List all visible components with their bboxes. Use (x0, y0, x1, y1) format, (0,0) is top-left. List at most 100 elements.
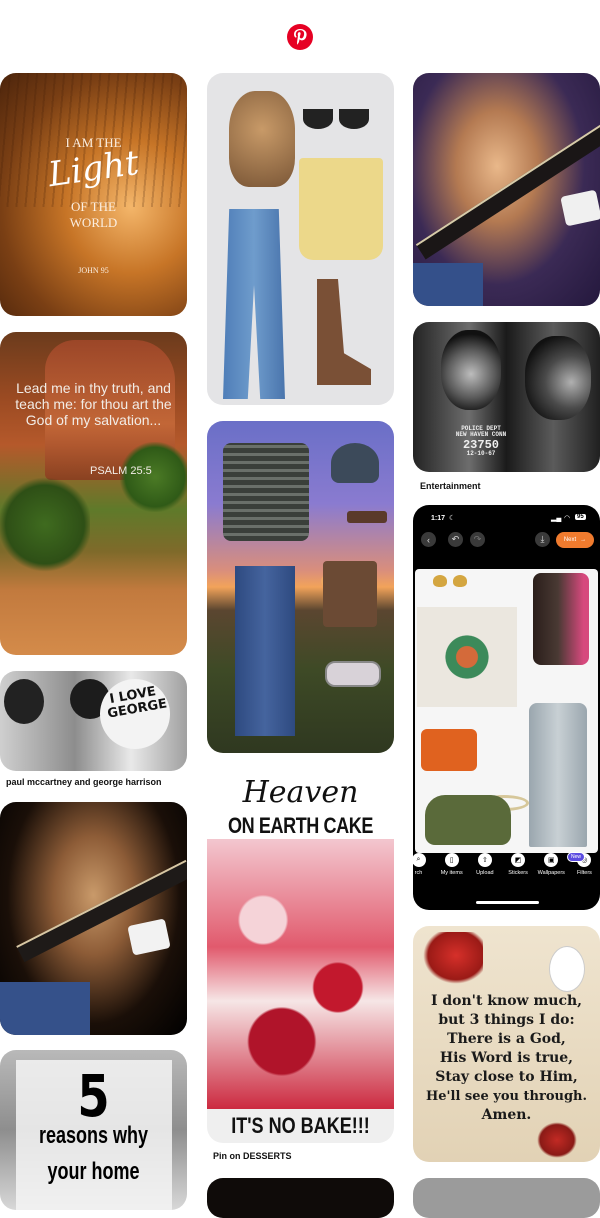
graphic-tee (417, 607, 517, 707)
tool-label: rch (414, 870, 423, 876)
love-george-sign: I LOVE GEORGE (94, 673, 176, 755)
face (441, 330, 501, 410)
cake-photo (207, 839, 394, 1109)
pin-phone-screenshot[interactable]: 1:17 ☾ ▂▄ ◠ 95 ‹ ↶ ↷ ⤓ Next → ⌕ rch ▯ My it… (413, 505, 600, 910)
pin-text-line1: reasons why (38, 1122, 149, 1149)
pin-heaven-cake[interactable]: Heaven ON EARTH CAKE IT'S NO BAKE!!! (207, 769, 394, 1143)
pin-home-reasons[interactable]: 5 reasons why your home (0, 1050, 187, 1210)
pin-caption[interactable]: paul mccartney and george harrison (6, 777, 162, 787)
pin-caption[interactable]: Pin on DESSERTS (213, 1151, 292, 1161)
wifi-icon: ◠ (564, 515, 571, 522)
sneaker (425, 795, 511, 845)
arrow-right-icon: → (580, 537, 587, 543)
quote-line: I don't know much, (430, 993, 583, 1009)
pin-quote: Lead me in thy truth, and teach me: for … (15, 380, 172, 428)
pin-guitarist[interactable] (0, 802, 187, 1035)
quote-line: but 3 things I do: (438, 1012, 575, 1028)
outfit-canvas (415, 569, 598, 853)
pin-caption[interactable]: Entertainment (420, 481, 481, 491)
back-icon[interactable]: ‹ (421, 532, 436, 547)
undo-icon[interactable]: ↶ (448, 532, 463, 547)
pin-gray[interactable] (413, 1178, 600, 1218)
sign-text: I LOVE GEORGE (106, 684, 169, 722)
pin-mugshot[interactable]: POLICE DEPT NEW HAVEN CONN 23750 12-10-6… (413, 322, 600, 472)
pin-text-line4: WORLD (69, 215, 118, 230)
pin-outfit-sunset[interactable] (207, 421, 394, 753)
jeans (413, 263, 483, 306)
earring (453, 575, 467, 587)
pin-script-title: Heaven (242, 775, 359, 810)
orange-bag (421, 729, 477, 771)
status-time: 1:17 (431, 515, 446, 522)
tool-upload[interactable]: ⇧ Upload (469, 853, 500, 891)
new-badge: New (567, 852, 586, 862)
pin-dark[interactable] (207, 1178, 394, 1218)
jeans (0, 982, 90, 1035)
quote-line: He'll see you through. (425, 1089, 588, 1104)
moon-icon: ☾ (449, 515, 456, 522)
pin-title: ON EARTH CAKE (227, 813, 374, 838)
next-button[interactable]: Next → (556, 532, 594, 548)
pin-beatles[interactable]: I LOVE GEORGE (0, 671, 187, 771)
sunglasses (325, 661, 381, 687)
sunglasses-icon (303, 109, 333, 129)
tree (120, 442, 187, 512)
tool-label: Stickers (508, 870, 528, 876)
quote-line: There is a God, (447, 1031, 566, 1047)
belt (347, 511, 387, 523)
wristband (560, 189, 600, 227)
signal-icon: ▂▄ (551, 515, 562, 522)
cap (331, 443, 379, 483)
pin-text-line2: your home (47, 1158, 140, 1185)
person-head (4, 679, 44, 724)
tool-label: Filters (576, 870, 592, 876)
pin-ref: PSALM 25:5 (90, 465, 152, 477)
download-icon[interactable]: ⤓ (535, 532, 550, 547)
pin-outfit-yellow[interactable] (207, 73, 394, 405)
header (0, 0, 600, 70)
pin-light-of-world[interactable]: I AM THE Light OF THE WORLD JOHN 95 (0, 73, 187, 316)
search-icon: ⌕ (413, 853, 426, 867)
boots (323, 561, 377, 627)
pin-number: 5 (77, 1062, 110, 1130)
bookmark-icon: ▯ (444, 853, 459, 867)
tool-search[interactable]: ⌕ rch (413, 853, 434, 891)
pin-text-line3: OF THE (71, 199, 116, 214)
pin-text-ref: JOHN 95 (78, 266, 109, 275)
yellow-top (299, 158, 383, 260)
redo-icon[interactable]: ↷ (470, 532, 485, 547)
sunglasses-icon (339, 109, 369, 129)
upload-icon: ⇧ (477, 853, 492, 867)
tool-label: Upload (476, 870, 494, 876)
hair (229, 91, 295, 187)
cardinal-bird (537, 1122, 577, 1158)
tool-wallpapers[interactable]: ▣ Wallpapers (536, 853, 567, 891)
snoopy (549, 946, 585, 992)
wallpaper-icon: ▣ (544, 853, 559, 867)
pin-bottom-text: IT'S NO BAKE!!! (231, 1113, 370, 1138)
wristband (127, 918, 171, 956)
cardinal-bird (423, 932, 483, 984)
earring (433, 575, 447, 587)
quote-line: His Word is true, (439, 1050, 574, 1066)
home-indicator (476, 901, 539, 904)
pin-psalm[interactable]: Lead me in thy truth, and teach me: for … (0, 332, 187, 655)
tool-stickers[interactable]: ◩ Stickers (503, 853, 534, 891)
next-label: Next (563, 537, 577, 543)
guitar (415, 124, 600, 260)
tool-label: My items (440, 870, 463, 876)
flannel-jacket (223, 443, 309, 541)
tool-label: Wallpapers (537, 870, 565, 876)
jeans (529, 703, 587, 847)
pin-cardinal-quote[interactable]: I don't know much, but 3 things I do: Th… (413, 926, 600, 1162)
tree (0, 477, 90, 572)
tool-my-items[interactable]: ▯ My items (436, 853, 467, 891)
pin-guitarist-2[interactable] (413, 73, 600, 306)
plate-date: 12-10-67 (466, 450, 496, 458)
jeans (223, 209, 285, 399)
jeans (235, 566, 295, 736)
braids (533, 573, 589, 665)
police-plate: POLICE DEPT NEW HAVEN CONN 23750 12-10-6… (449, 425, 513, 470)
pinterest-logo-icon[interactable] (287, 24, 313, 50)
face-profile (525, 336, 591, 420)
